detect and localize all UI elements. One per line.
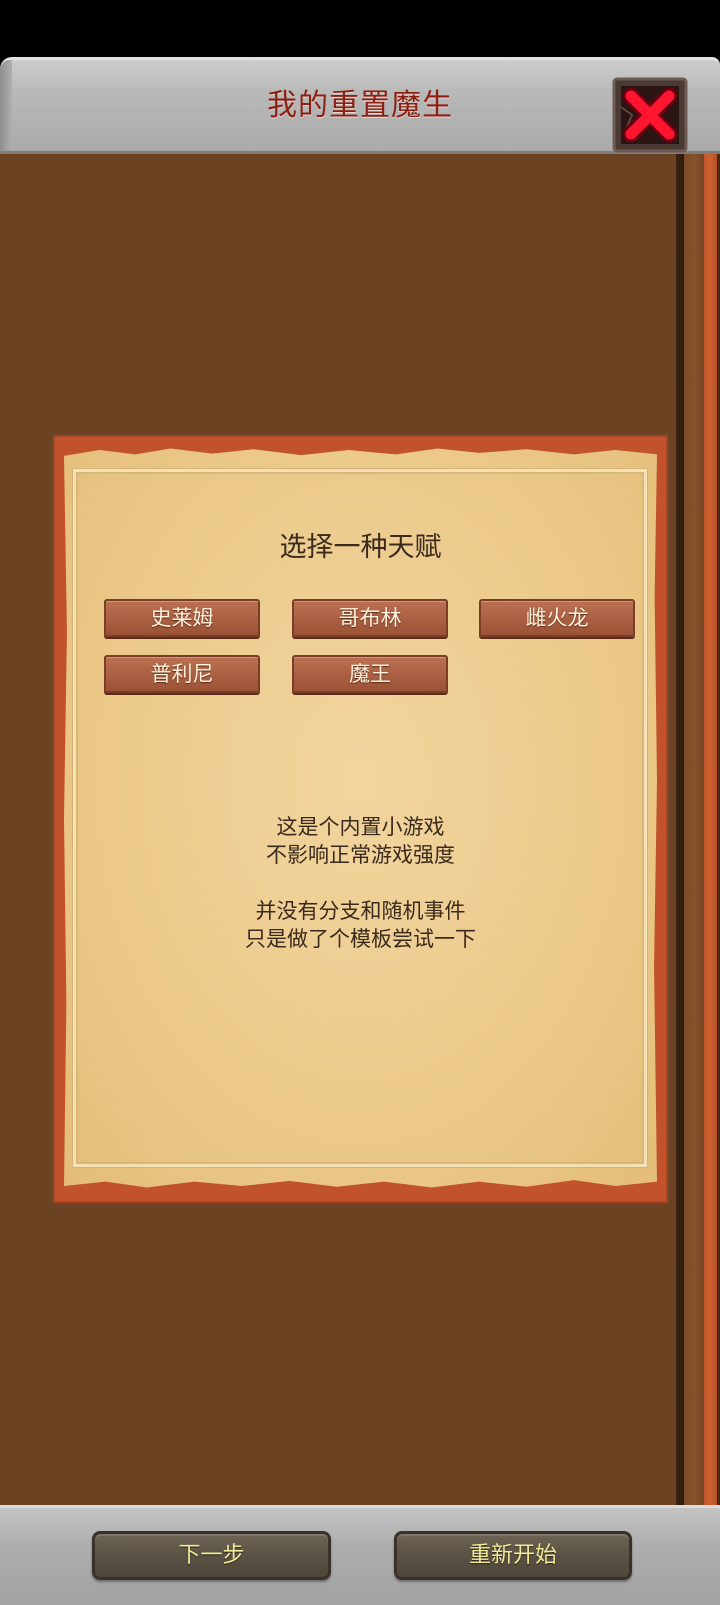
right-wood-border bbox=[676, 154, 720, 1505]
talent-option-prinny[interactable]: 普利尼 bbox=[104, 655, 260, 693]
talent-option-goblin[interactable]: 哥布林 bbox=[292, 599, 448, 637]
status-bar bbox=[0, 0, 720, 56]
left-wood-border bbox=[0, 154, 43, 1505]
close-x-icon bbox=[612, 77, 688, 153]
notes-paragraph: 并没有分支和随机事件 只是做了个模板尝试一下 bbox=[64, 897, 657, 953]
notes-paragraph: 这是个内置小游戏 不影响正常游戏强度 bbox=[64, 813, 657, 869]
talent-option-rathian[interactable]: 雌火龙 bbox=[479, 599, 635, 637]
talent-option-slime[interactable]: 史莱姆 bbox=[104, 599, 260, 637]
talent-parchment-card: 选择一种天赋 史莱姆 哥布林 雌火龙 普利尼 魔王 这是个内置小游戏 不影响正常… bbox=[64, 448, 657, 1188]
note-line: 不影响正常游戏强度 bbox=[266, 843, 455, 867]
next-step-button[interactable]: 下一步 bbox=[92, 1531, 331, 1580]
talent-heading: 选择一种天赋 bbox=[279, 532, 442, 563]
talent-option-demon-king[interactable]: 魔王 bbox=[292, 655, 448, 693]
footer-bar: 下一步 重新开始 bbox=[0, 1505, 720, 1605]
note-line: 并没有分支和随机事件 bbox=[255, 899, 466, 923]
game-screen: 我的重置魔生 选择一种天赋 史莱姆 哥布林 雌火龙 普利尼 魔王 这是个内置小游… bbox=[0, 0, 720, 1605]
note-line: 只是做了个模板尝试一下 bbox=[245, 927, 476, 951]
close-button[interactable] bbox=[612, 77, 688, 153]
restart-button[interactable]: 重新开始 bbox=[394, 1531, 632, 1580]
note-line: 这是个内置小游戏 bbox=[276, 815, 445, 839]
